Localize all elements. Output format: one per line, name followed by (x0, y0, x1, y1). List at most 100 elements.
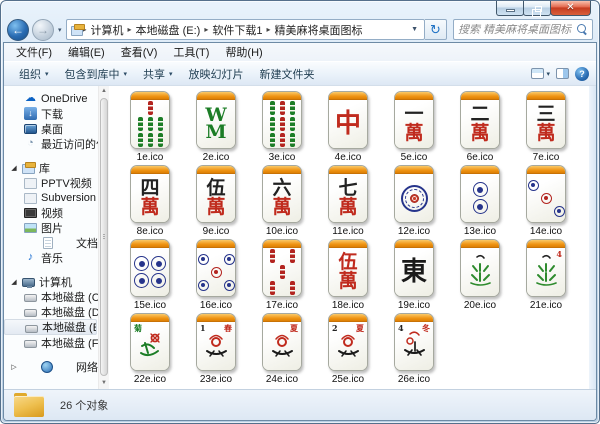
tile-corner-mark: 夏 (356, 324, 364, 332)
sidebar-item-subversion[interactable]: Subversion (4, 190, 98, 205)
sidebar-item-libraries[interactable]: ◢库 (4, 160, 98, 175)
preview-pane-button[interactable] (556, 68, 569, 79)
file-item[interactable]: 12e.ico (381, 164, 447, 238)
close-button[interactable]: ✕ (550, 1, 591, 16)
sidebar-item-computer[interactable]: ◢ 计算机 (4, 274, 98, 289)
back-button[interactable]: ← (7, 19, 29, 41)
bamboo-stick-icon (158, 133, 163, 147)
sidebar-item-desktop[interactable]: 桌面 (4, 121, 98, 136)
views-dropdown-icon: ▾ (546, 70, 550, 78)
file-item[interactable]: 3e.ico (249, 90, 315, 164)
file-item[interactable]: 七萬11e.ico (315, 164, 381, 238)
breadcrumb-segment[interactable]: 本地磁盘 (E:) (132, 22, 205, 38)
menu-item[interactable]: 工具(T) (165, 43, 217, 61)
dot-icon (151, 256, 166, 271)
tile-top-edge (263, 240, 301, 248)
expander-icon[interactable]: ◢ (10, 164, 18, 172)
forward-button[interactable]: → (32, 19, 54, 41)
nav-history-dropdown-icon[interactable]: ▾ (58, 26, 62, 34)
file-item[interactable]: 16e.ico (183, 238, 249, 312)
sidebar-scrollbar-thumb[interactable] (100, 98, 108, 376)
sidebar-item-videos[interactable]: 视频 (4, 205, 98, 220)
toolbar-button[interactable]: 包含到库中▾ (57, 64, 136, 84)
file-item[interactable]: 伍萬9e.ico (183, 164, 249, 238)
menu-item[interactable]: 文件(F) (8, 43, 60, 61)
sidebar-item-pictures[interactable]: 图片 (4, 220, 98, 235)
minimize-button[interactable] (496, 1, 524, 16)
help-button[interactable]: ? (575, 67, 589, 81)
file-item[interactable]: 菊 22e.ico (117, 312, 183, 386)
file-item[interactable]: 4冬26e.ico (381, 312, 447, 386)
menu-item[interactable]: 帮助(H) (217, 43, 270, 61)
file-label: 22e.ico (134, 374, 166, 385)
file-item[interactable]: 中4e.ico (315, 90, 381, 164)
change-view-button[interactable]: ▾ (531, 68, 550, 79)
command-bar: 组织▾包含到库中▾共享▾放映幻灯片新建文件夹 ▾ ? (4, 61, 596, 86)
dot-icon (151, 273, 166, 288)
search-input[interactable] (458, 24, 577, 36)
refresh-button[interactable]: ↻ (425, 19, 447, 40)
tile-face (395, 174, 433, 222)
tile-face: 菊 (131, 322, 169, 370)
sidebar-item-onedrive[interactable]: ☁OneDrive (4, 91, 98, 106)
bamboo-stick-icon (290, 117, 295, 131)
file-item[interactable]: 二萬6e.ico (447, 90, 513, 164)
sidebar-item-music[interactable]: ♪音乐 (4, 250, 98, 265)
sidebar-item-downloads[interactable]: ↓下载 (4, 106, 98, 121)
file-item[interactable]: 13e.ico (447, 164, 513, 238)
toolbar-button[interactable]: 新建文件夹 (252, 64, 323, 84)
file-item[interactable]: 14e.ico (513, 164, 579, 238)
file-item[interactable]: 伍萬18e.ico (315, 238, 381, 312)
toolbar-button[interactable]: 组织▾ (11, 64, 57, 84)
toolbar-button[interactable]: 共享▾ (135, 64, 181, 84)
title-bar[interactable]: ✕ (1, 1, 599, 17)
sidebar-item-label: 计算机 (39, 274, 72, 289)
expander-icon[interactable]: ▷ (10, 363, 18, 371)
file-item[interactable]: 東19e.ico (381, 238, 447, 312)
status-bar: 26 个对象 (4, 389, 596, 420)
sidebar-item-network[interactable]: ▷网络 (4, 359, 98, 374)
file-item[interactable]: 17e.ico (249, 238, 315, 312)
file-item[interactable]: WM2e.ico (183, 90, 249, 164)
tile-corner-mark: 菊 (134, 324, 142, 332)
address-dropdown-icon[interactable]: ▼ (409, 26, 420, 33)
tile-top-edge (461, 240, 499, 248)
sidebar-item-label: 本地磁盘 (F:) (41, 335, 98, 350)
file-item[interactable]: 2夏25e.ico (315, 312, 381, 386)
breadcrumb-segment[interactable]: 精美麻将桌面图标 (270, 22, 366, 38)
mahjong-tile-icon: 二萬 (460, 91, 500, 149)
address-bar[interactable]: ▸计算机▸本地磁盘 (E:)▸软件下载1▸精美麻将桌面图标 ▼ (66, 19, 425, 40)
file-item[interactable]: 20e.ico (447, 238, 513, 312)
sidebar-item-documents[interactable]: 文档 (4, 235, 98, 250)
sidebar-item-disk-f[interactable]: 本地磁盘 (F:) (4, 335, 98, 350)
expander-icon[interactable]: ◢ (10, 278, 18, 286)
sidebar-item-disk-d[interactable]: 本地磁盘 (D:) (4, 304, 98, 319)
bamboo-stick-icon (270, 281, 275, 295)
menu-item[interactable]: 编辑(E) (60, 43, 113, 61)
file-item[interactable]: 15e.ico (117, 238, 183, 312)
file-item[interactable]: 六萬10e.ico (249, 164, 315, 238)
navigation-pane: ☁OneDrive↓下载桌面◔最近访问的位置 ◢库PPTV视频Subversion… (4, 86, 98, 389)
file-item[interactable]: 一萬5e.ico (381, 90, 447, 164)
sidebar-item-recent-places[interactable]: ◔最近访问的位置 (4, 136, 98, 151)
file-item[interactable]: 三萬7e.ico (513, 90, 579, 164)
file-item[interactable]: 四萬8e.ico (117, 164, 183, 238)
disk-icon (25, 325, 38, 333)
sidebar-item-disk-c[interactable]: 本地磁盘 (C:) (4, 289, 98, 304)
sidebar-item-pptv-video[interactable]: PPTV视频 (4, 175, 98, 190)
sidebar-item-disk-e[interactable]: 本地磁盘 (E:) (4, 319, 97, 335)
file-item[interactable]: 1e.ico (117, 90, 183, 164)
restore-button[interactable] (523, 1, 551, 16)
file-item[interactable]: 夏24e.ico (249, 312, 315, 386)
scroll-up-icon[interactable]: ▲ (99, 86, 109, 97)
breadcrumb-segment[interactable]: 软件下载1 (208, 22, 266, 38)
sidebar-scrollbar[interactable]: ▲ ▼ (98, 86, 109, 389)
tile-top-edge (395, 314, 433, 322)
scroll-down-icon[interactable]: ▼ (99, 378, 109, 389)
tile-top-edge (461, 166, 499, 174)
breadcrumb-segment[interactable]: 计算机 (87, 22, 128, 38)
menu-item[interactable]: 查看(V) (113, 43, 166, 61)
file-item[interactable]: 421e.ico (513, 238, 579, 312)
file-item[interactable]: 1春23e.ico (183, 312, 249, 386)
toolbar-button[interactable]: 放映幻灯片 (181, 64, 252, 84)
